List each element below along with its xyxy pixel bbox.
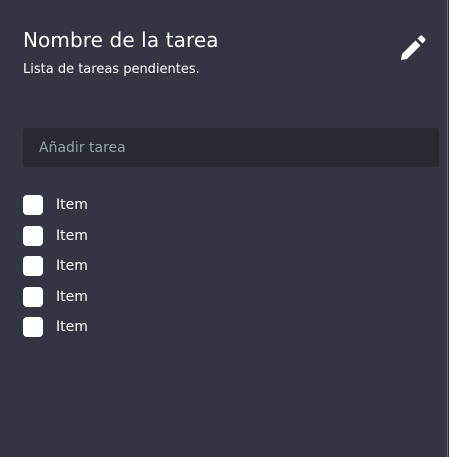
task-title: Nombre de la tarea <box>23 28 219 52</box>
task-checkbox[interactable] <box>23 225 43 246</box>
pencil-icon <box>401 35 426 60</box>
add-task-input[interactable] <box>23 128 439 167</box>
task-list: Item Item Item Item Item <box>23 190 88 343</box>
task-label: Item <box>56 197 88 214</box>
task-label: Item <box>56 319 88 336</box>
task-label: Item <box>56 288 88 305</box>
task-checkbox[interactable] <box>23 256 43 277</box>
task-label: Item <box>56 227 88 244</box>
task-item: Item <box>23 251 88 282</box>
task-item: Item <box>23 221 88 252</box>
task-checkbox[interactable] <box>23 195 43 216</box>
task-checkbox[interactable] <box>23 286 43 307</box>
task-item: Item <box>23 282 88 313</box>
edit-button[interactable] <box>398 33 432 67</box>
task-label: Item <box>56 258 88 275</box>
task-card: Nombre de la tarea Lista de tareas pendi… <box>0 0 448 457</box>
task-checkbox[interactable] <box>23 317 43 338</box>
task-item: Item <box>23 312 88 343</box>
task-item: Item <box>23 190 88 221</box>
task-subtitle: Lista de tareas pendientes. <box>23 62 200 77</box>
